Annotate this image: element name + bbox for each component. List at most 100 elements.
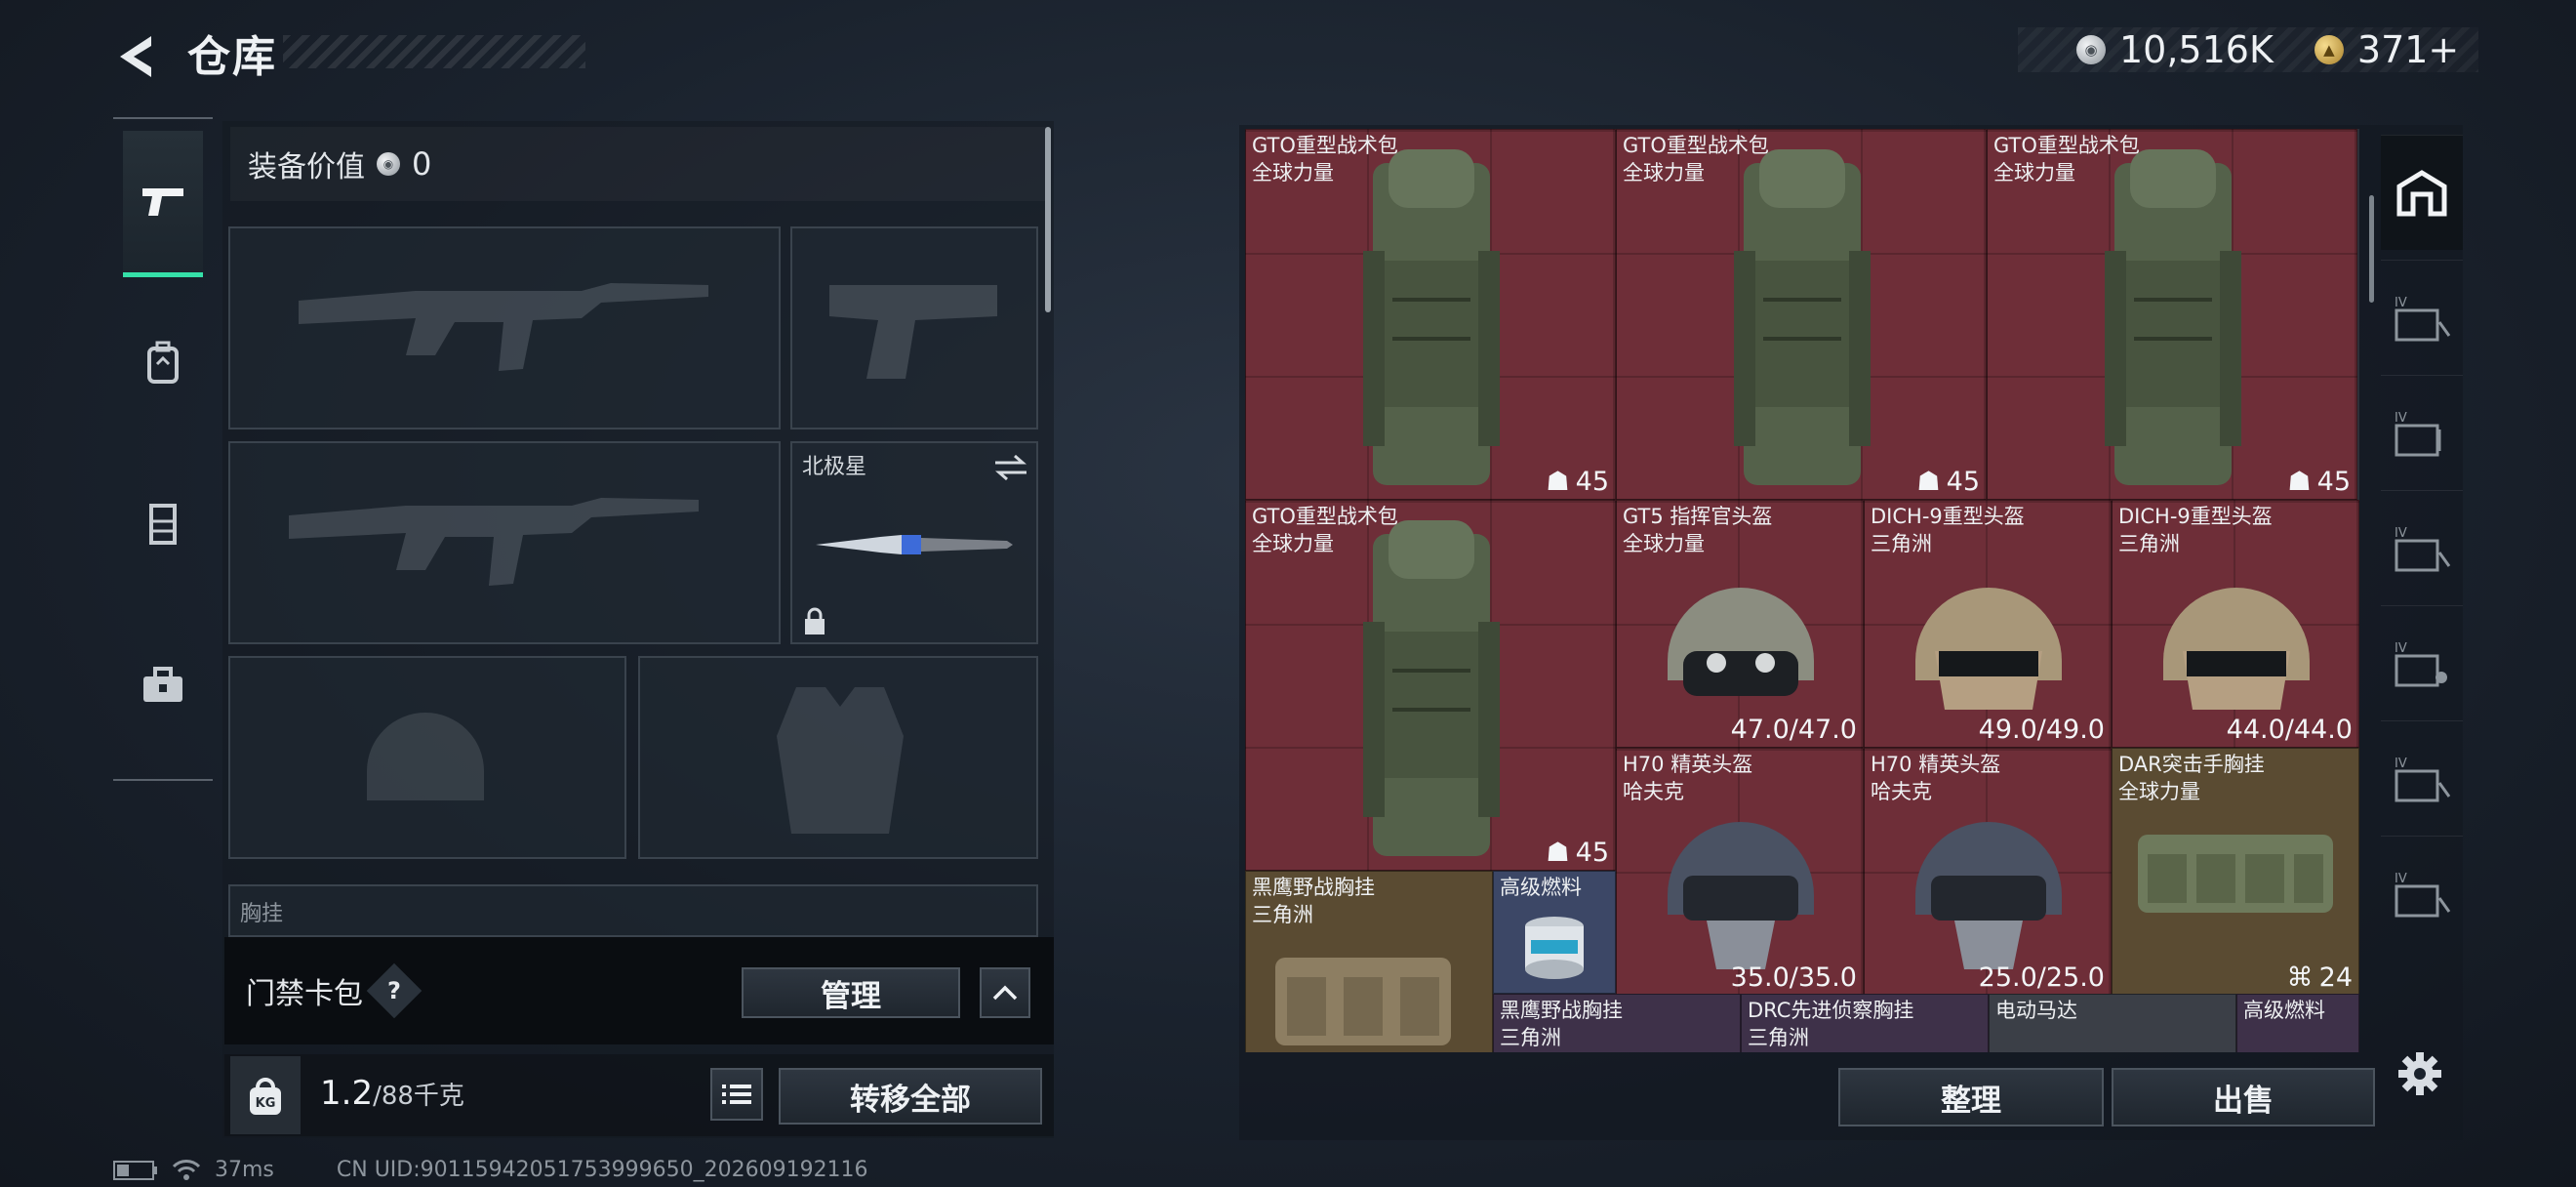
- svg-text:IV: IV: [2395, 641, 2407, 656]
- svg-text:IV: IV: [2395, 296, 2407, 310]
- tab-weapons[interactable]: [123, 131, 203, 277]
- vest-icon: [149, 504, 177, 545]
- warehouse-item-helmet[interactable]: DICH-9重型头盔 三角洲 44.0/44.0: [2112, 500, 2359, 748]
- battery-icon: [113, 1160, 157, 1180]
- pistol-silhouette-icon: [829, 285, 997, 379]
- warehouse-item-chest-rig[interactable]: 黑鹰野战胸挂 三角洲: [1245, 871, 1493, 1052]
- warehouse-item-backpack[interactable]: GTO重型战术包 全球力量 ☗ 45: [1245, 500, 1616, 871]
- tab-storage-box[interactable]: IV: [2381, 375, 2463, 490]
- tab-storage-box[interactable]: IV: [2381, 260, 2463, 375]
- knife-icon: [816, 535, 1013, 554]
- primary-weapon-slot[interactable]: [228, 226, 781, 430]
- currency-bar: ◉ 10,516K ▲ 371+: [2018, 27, 2478, 72]
- backpack-image: [2105, 149, 2241, 485]
- warehouse-grid: GTO重型战术包 全球力量 ☗ 45 GTO重型战术包 全球力量 ☗ 45 GT…: [1245, 129, 2359, 1052]
- helmet-slot[interactable]: [228, 656, 626, 859]
- item-faction: 全球力量: [1623, 161, 1705, 184]
- item-durability: 47.0/47.0: [1730, 715, 1857, 745]
- storage-box-icon: IV: [2395, 757, 2451, 801]
- item-durability: 25.0/25.0: [1978, 962, 2105, 993]
- back-button[interactable]: [107, 29, 162, 84]
- list-view-button[interactable]: [710, 1068, 763, 1121]
- item-name: GT5 指挥官头盔: [1623, 505, 1773, 528]
- toolbox-icon: [143, 667, 182, 702]
- helmet-image: [1915, 822, 2062, 969]
- warehouse-item-chest-rig[interactable]: 黑鹰野战胸挂 三角洲: [1493, 994, 1741, 1052]
- warehouse-item-backpack[interactable]: GTO重型战术包 全球力量 ☗ 45: [1616, 129, 1987, 500]
- storage-box-icon: IV: [2395, 526, 2451, 571]
- armor-silhouette-icon: [777, 687, 904, 834]
- warehouse-item-backpack[interactable]: GTO重型战术包 全球力量 ☗ 45: [1987, 129, 2357, 500]
- item-name: 高级燃料: [2243, 999, 2325, 1022]
- item-durability: 35.0/35.0: [1730, 962, 1857, 993]
- equipment-value-row: 装备价值 ◉ 0: [230, 127, 1046, 201]
- item-capacity: ☗ 45: [1916, 467, 1980, 497]
- tab-storage-box[interactable]: IV: [2381, 490, 2463, 605]
- backpack-image: [1734, 149, 1871, 485]
- tab-storage-box[interactable]: IV: [2381, 720, 2463, 836]
- warehouse-scrollbar[interactable]: [2369, 195, 2374, 303]
- collapse-button[interactable]: [980, 967, 1030, 1018]
- kg-label: KG: [256, 1096, 276, 1111]
- rig-slots-icon: ⌘: [2286, 962, 2314, 993]
- settings-button[interactable]: [2391, 1044, 2449, 1103]
- warehouse-item-motor[interactable]: 电动马达: [1989, 994, 2236, 1052]
- weight-icon: KG: [230, 1056, 301, 1134]
- warehouse-item-chest-rig[interactable]: DAR突击手胸挂 全球力量 ⌘ 24: [2112, 748, 2359, 996]
- weight-unit: 千克: [413, 1082, 464, 1111]
- item-name: 黑鹰野战胸挂: [1252, 876, 1375, 899]
- loadout-scrollbar[interactable]: [1045, 127, 1051, 312]
- warehouse-item-fuel[interactable]: 高级燃料: [2236, 994, 2359, 1052]
- chest-rig-slot[interactable]: 胸挂: [228, 884, 1038, 937]
- item-slots: ⌘ 24: [2286, 962, 2353, 993]
- helmet-image: [1668, 822, 1814, 969]
- user-uid: CN UID:90115942051753999650_202609192116: [336, 1158, 868, 1182]
- weight-readout: 1.2/88千克: [320, 1074, 464, 1113]
- tab-storage-box[interactable]: IV: [2381, 836, 2463, 951]
- sidearm-slot[interactable]: [790, 226, 1038, 430]
- warehouse-item-helmet[interactable]: H70 精英头盔 哈夫克 35.0/35.0: [1616, 748, 1864, 996]
- warehouse-item-helmet[interactable]: H70 精英头盔 哈夫克 25.0/25.0: [1864, 748, 2112, 996]
- item-faction: 全球力量: [1993, 161, 2075, 184]
- silver-coin-icon: ◉: [2076, 35, 2106, 64]
- storage-box-icon: IV: [2395, 872, 2451, 917]
- tab-warehouse-home[interactable]: [2381, 135, 2463, 250]
- sell-button[interactable]: 出售: [2112, 1068, 2375, 1126]
- item-faction: 三角洲: [1748, 1026, 1809, 1049]
- help-icon: ?: [387, 976, 401, 1004]
- melee-slot[interactable]: 北极星: [790, 441, 1038, 644]
- ping-value: 37ms: [215, 1158, 274, 1182]
- sort-button[interactable]: 整理: [1838, 1068, 2104, 1126]
- tab-backpack[interactable]: [123, 290, 203, 436]
- tab-armor[interactable]: [123, 451, 203, 597]
- warehouse-item-backpack[interactable]: GTO重型战术包 全球力量 ☗ 45: [1245, 129, 1616, 500]
- pistol-icon: [142, 187, 183, 216]
- item-capacity: ☗ 45: [1546, 838, 1609, 868]
- storage-tab-rail: IV IV IV IV IV IV: [2381, 127, 2463, 1035]
- capacity-icon: ☗: [1546, 467, 1570, 497]
- warehouse-item-helmet[interactable]: GT5 指挥官头盔 全球力量 47.0/47.0: [1616, 500, 1864, 748]
- helmet-image: [2163, 588, 2310, 710]
- rifle-silhouette-icon: [289, 498, 699, 586]
- melee-item-name: 北极星: [802, 455, 867, 479]
- silver-currency-value: 10,516K: [2119, 28, 2274, 71]
- secondary-weapon-slot[interactable]: [228, 441, 781, 644]
- capacity-icon: ☗: [1916, 467, 1941, 497]
- chevron-up-icon: [992, 985, 1018, 1001]
- help-button[interactable]: ?: [366, 962, 423, 1019]
- manage-button[interactable]: 管理: [742, 967, 960, 1018]
- equipment-value-amount: 0: [412, 145, 432, 183]
- equipment-value-label: 装备价值: [248, 150, 365, 184]
- transfer-all-button[interactable]: 转移全部: [779, 1068, 1042, 1125]
- body-armor-slot[interactable]: [638, 656, 1038, 859]
- list-icon: [722, 1085, 751, 1104]
- wifi-icon: [172, 1159, 201, 1180]
- tab-supplies[interactable]: [123, 612, 203, 758]
- warehouse-item-fuel[interactable]: 高级燃料: [1493, 871, 1616, 994]
- warehouse-item-helmet[interactable]: DICH-9重型头盔 三角洲 49.0/49.0: [1864, 500, 2112, 748]
- capacity-icon: ☗: [1546, 838, 1570, 868]
- warehouse-item-chest-rig[interactable]: DRC先进侦察胸挂 三角洲: [1741, 994, 1989, 1052]
- title-decoration: [283, 35, 585, 68]
- swap-icon[interactable]: [993, 453, 1028, 482]
- tab-storage-box[interactable]: IV: [2381, 605, 2463, 720]
